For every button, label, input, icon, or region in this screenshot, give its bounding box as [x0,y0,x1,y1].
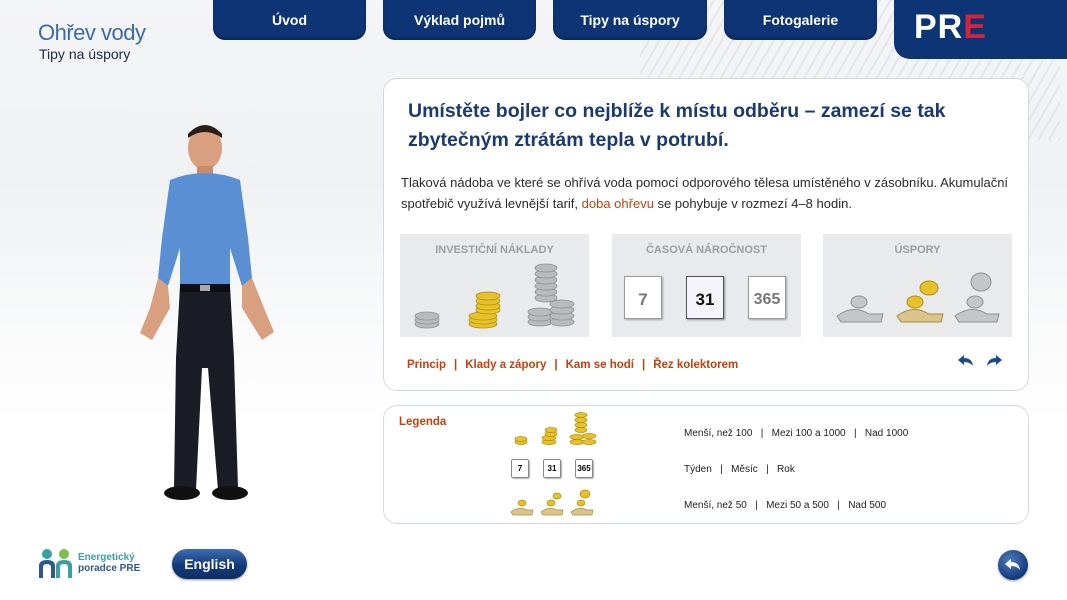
legend-calendar-icons: 7 31 365 [511,459,593,478]
time-demand-card: ČASOVÁ NÁROČNOST 7 31 365 [612,234,801,337]
tab-uvod[interactable]: Úvod [213,0,366,40]
legend-row-time: Týden | Měsíc | Rok [684,464,795,475]
legend-coins-icons [514,412,597,445]
legend-item: Rok [777,464,795,475]
legend-item: Menší, než 50 [684,500,747,511]
card-title: ČASOVÁ NÁROČNOST [645,244,767,256]
month-calendar-icon: 31 [686,276,724,319]
logo-text-line1: Energetický [78,552,135,563]
tip-headline: Umístěte bojler co nejblíže k místu odbě… [408,100,946,151]
legend-item: Měsíc [731,464,758,475]
page-title: Ohřev vody [38,20,146,45]
legend-title: Legenda [399,416,447,428]
people-logo-icon [39,549,72,578]
back-arrow-icon [1005,559,1020,570]
logo-text-e: E [963,8,987,46]
legend-item: Mezi 50 a 500 [766,500,829,511]
link-klady-a-zapory[interactable]: Klady a zápory [465,359,546,371]
tab-tipy-na-uspory[interactable]: Tipy na úspory [553,0,707,40]
savings-card: ÚSPORY [823,234,1012,337]
energeticky-poradce-logo[interactable]: Energetický poradce PRE [38,548,140,578]
legend-row-savings: Menší, než 50 | Mezi 50 a 500 | Nad 500 [684,500,887,511]
hand-coins-rating-icon [836,272,1000,323]
link-separator: | [453,359,458,371]
legend-item: Menší, než 100 [684,428,753,439]
link-separator: | [641,359,646,371]
legend-year-icon: 365 [575,459,593,478]
legend-item: Nad 500 [848,500,887,511]
logo-text-pr: PR [914,8,964,46]
coins-rating-icon [414,263,575,329]
pager-arrows [957,354,1003,368]
year-calendar-icon: 365 [748,276,786,319]
tip-description-text-end: se pohybuje v rozmezí 4–8 hodin. [653,196,852,211]
link-rez-kolektorem[interactable]: Řez kolektorem [653,359,738,371]
legend-item: Nad 1000 [864,428,909,439]
legend-week-icon: 7 [511,459,529,478]
tab-fotogalerie[interactable]: Fotogalerie [724,0,877,40]
tip-description: Tlaková nádoba ve které se ohřívá voda p… [401,172,1011,214]
heating-time-link[interactable]: doba ohřevu [582,196,654,211]
legend-hand-coins-icons [510,489,594,516]
legend-item: Mezi 100 a 1000 [771,428,846,439]
next-arrow-icon[interactable] [985,354,1003,368]
topic-links: Princip | Klady a zápory | Kam se hodí | Řez k… [407,359,738,371]
tab-vyklad-pojmu[interactable]: Výklad pojmů [383,0,536,40]
link-kam-se-hodi[interactable]: Kam se hodí [566,359,634,371]
logo-text-line2: poradce PRE [78,563,141,574]
tip-panel: Umístěte bojler co nejblíže k místu odbě… [383,78,1029,391]
page-subtitle: Tipy na úspory [39,46,131,62]
legend-panel: Legenda 7 31 365 Menší, než 100 | Mezi 1… [383,405,1029,524]
advisor-person-image [140,125,274,500]
legend-row-costs: Menší, než 100 | Mezi 100 a 1000 | Nad 1… [684,428,909,439]
pre-logo[interactable]: PRE [894,0,1067,59]
legend-item: Týden [684,464,712,475]
previous-arrow-icon[interactable] [957,354,975,368]
investment-costs-card: INVESTIČNÍ NÁKLADY [400,234,589,337]
back-button[interactable] [998,550,1028,580]
week-calendar-icon: 7 [624,276,662,319]
legend-month-icon: 31 [543,459,561,478]
link-separator: | [554,359,558,371]
link-princip[interactable]: Princip [407,359,446,371]
english-language-button[interactable]: English [172,549,247,579]
